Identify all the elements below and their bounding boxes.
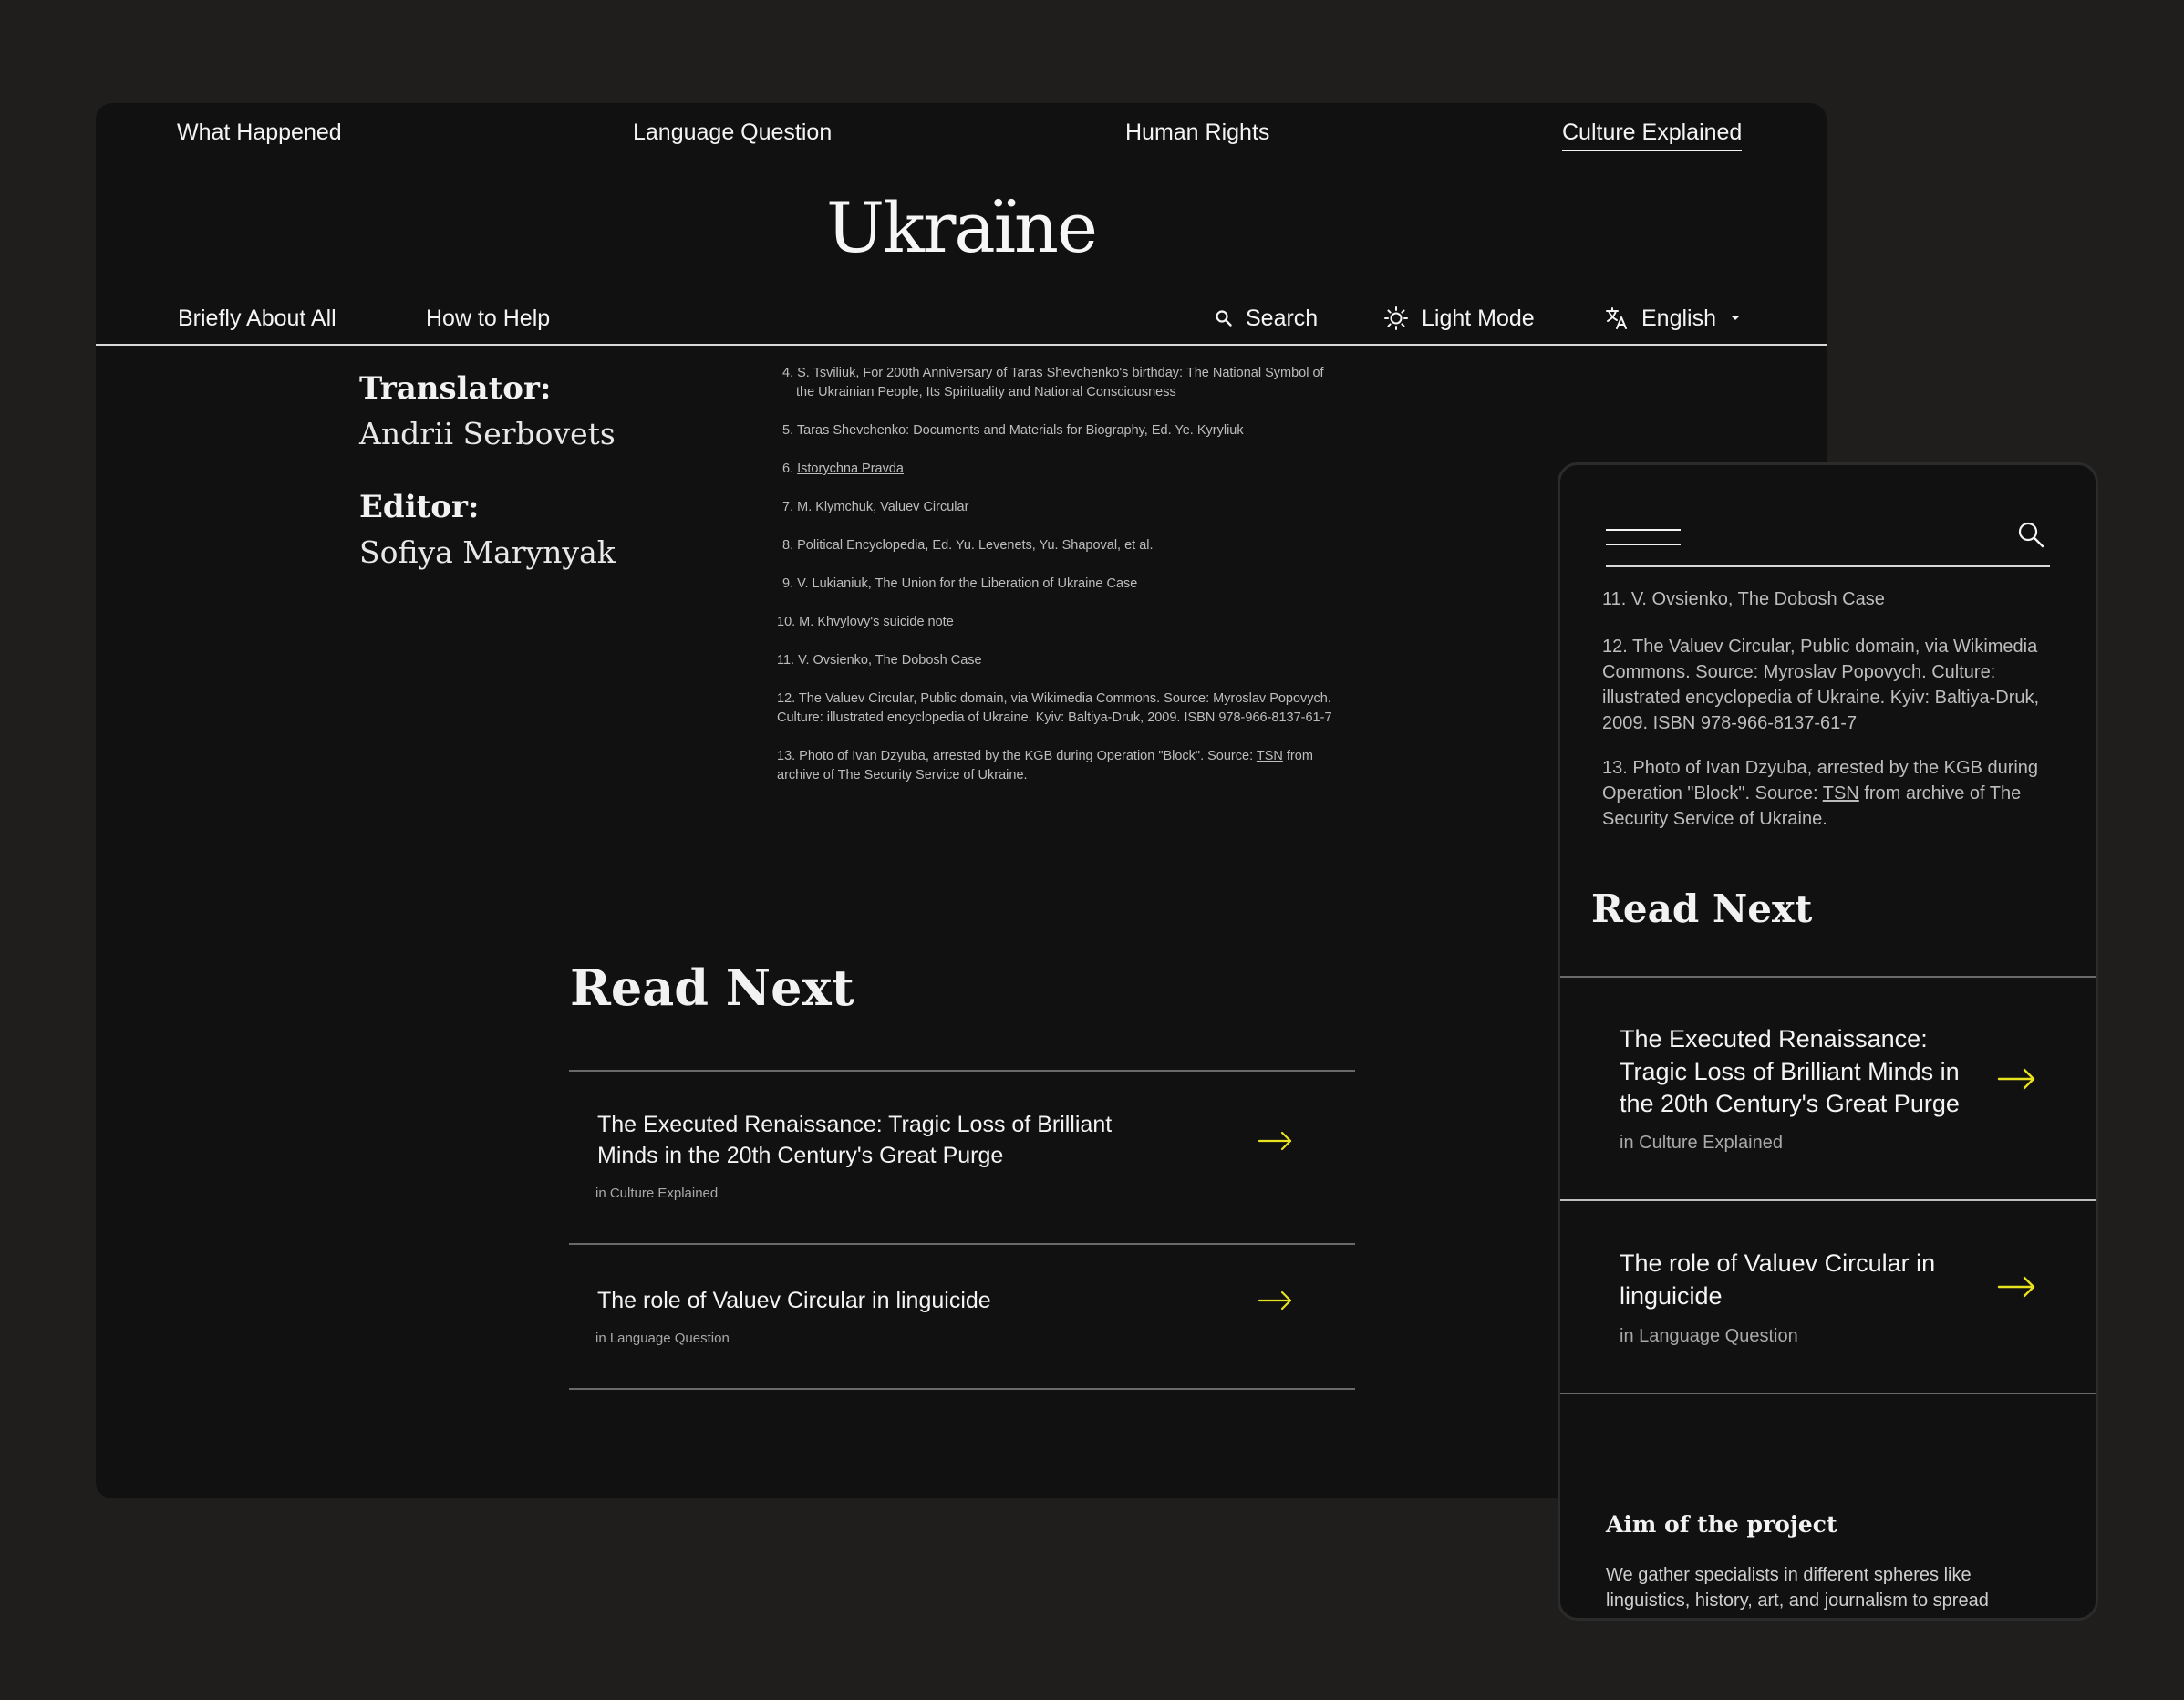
card-category: in Culture Explained (1620, 1133, 1783, 1153)
divider (1560, 1393, 2096, 1394)
card-title[interactable]: The role of Valuev Circular in linguicid… (597, 1286, 1126, 1317)
card-category: in Culture Explained (595, 1186, 719, 1201)
translator-label: Translator: (359, 370, 552, 407)
reference-item: 10. M. Khvylovy's suicide note (777, 615, 954, 630)
reference-link-tsn[interactable]: TSN (1823, 783, 1859, 803)
translate-icon (1606, 307, 1627, 330)
nav-what-happened[interactable]: What Happened (177, 118, 342, 148)
sun-icon (1384, 306, 1408, 331)
arrow-right-icon[interactable] (1258, 1290, 1294, 1311)
header-divider (1606, 565, 2050, 567)
arrow-right-icon[interactable] (1997, 1275, 2037, 1299)
language-selector[interactable]: English (1605, 304, 1742, 334)
reference-item: 12. The Valuev Circular, Public domain, … (777, 691, 1332, 726)
language-label: English (1641, 306, 1716, 331)
reference-item: 13. Photo of Ivan Dzyuba, arrested by th… (1602, 755, 2049, 832)
reference-item: 12. The Valuev Circular, Public domain, … (1602, 637, 2040, 733)
arrow-right-icon[interactable] (1258, 1130, 1294, 1152)
card-title[interactable]: The Executed Renaissance: Tragic Loss of… (597, 1110, 1126, 1172)
reference-item: 6. Istorychna Pravda (777, 460, 1443, 479)
divider (1560, 1199, 2096, 1201)
aim-heading: Aim of the project (1606, 1511, 1837, 1538)
arrow-right-icon[interactable] (1997, 1067, 2037, 1091)
read-next-heading: Read Next (1591, 886, 1813, 931)
card-title[interactable]: The Executed Renaissance: Tragic Loss of… (1620, 1023, 1984, 1121)
editor-name: Sofiya Marynyak (359, 534, 616, 570)
nav-language-question[interactable]: Language Question (633, 118, 832, 148)
nav-culture-explained[interactable]: Culture Explained (1562, 118, 1743, 151)
reference-item: 11. V. Ovsienko, The Dobosh Case (777, 653, 982, 669)
search-label: Search (1246, 306, 1319, 331)
mobile-page: 11. V. Ovsienko, The Dobosh Case 12. The… (1558, 462, 2098, 1621)
reference-link-istorychna-pravda[interactable]: Istorychna Pravda (797, 461, 904, 476)
divider (1560, 976, 2096, 978)
divider (569, 1070, 1355, 1072)
divider (569, 1243, 1355, 1245)
nav-human-rights[interactable]: Human Rights (1125, 118, 1269, 148)
caret-down-icon (1731, 316, 1740, 321)
light-mode-label: Light Mode (1422, 306, 1535, 331)
divider (569, 1388, 1355, 1390)
reference-item: 8. Political Encyclopedia, Ed. Yu. Leven… (782, 538, 1154, 554)
reference-item: 7. M. Klymchuk, Valuev Circular (782, 500, 969, 515)
card-category: in Language Question (1620, 1326, 1798, 1346)
reference-item: 11. V. Ovsienko, The Dobosh Case (1602, 589, 1885, 609)
reference-text: the Ukrainian People, Its Spirituality a… (796, 385, 1176, 400)
light-mode-toggle[interactable]: Light Mode (1383, 304, 1535, 334)
reference-link-tsn[interactable]: TSN (1257, 749, 1283, 763)
site-logo[interactable]: Ukraїne (96, 187, 1827, 268)
references-list: 4. S. Tsviliuk, For 200th Anniversary of… (777, 364, 1443, 804)
hamburger-icon[interactable] (1606, 527, 1681, 547)
nav-briefly-about-all[interactable]: Briefly About All (178, 304, 336, 334)
reference-text: 4. S. Tsviliuk, For 200th Anniversary of… (782, 366, 1324, 380)
reference-item: 5. Taras Shevchenko: Documents and Mater… (782, 423, 1244, 439)
reference-item: 9. V. Lukianiuk, The Union for the Liber… (782, 576, 1138, 592)
editor-label: Editor: (359, 489, 480, 525)
reference-item: 4. S. Tsviliuk, For 200th Anniversary of… (777, 364, 1443, 402)
reference-text: 13. Photo of Ivan Dzyuba, arrested by th… (777, 749, 1257, 764)
card-title[interactable]: The role of Valuev Circular in linguicid… (1620, 1248, 1984, 1312)
nav-how-to-help[interactable]: How to Help (426, 304, 550, 334)
reference-number: 6. (782, 461, 794, 477)
search-icon[interactable] (2016, 520, 2045, 549)
read-next-heading: Read Next (570, 959, 854, 1017)
nav-divider (96, 344, 1827, 346)
search-button[interactable]: Search (1215, 304, 1318, 334)
reference-item: 13. Photo of Ivan Dzyuba, arrested by th… (777, 747, 1351, 785)
search-icon (1216, 310, 1232, 327)
card-category: in Language Question (595, 1331, 730, 1346)
translator-name: Andrii Serbovets (359, 416, 616, 451)
aim-text: We gather specialists in different spher… (1606, 1565, 1989, 1611)
